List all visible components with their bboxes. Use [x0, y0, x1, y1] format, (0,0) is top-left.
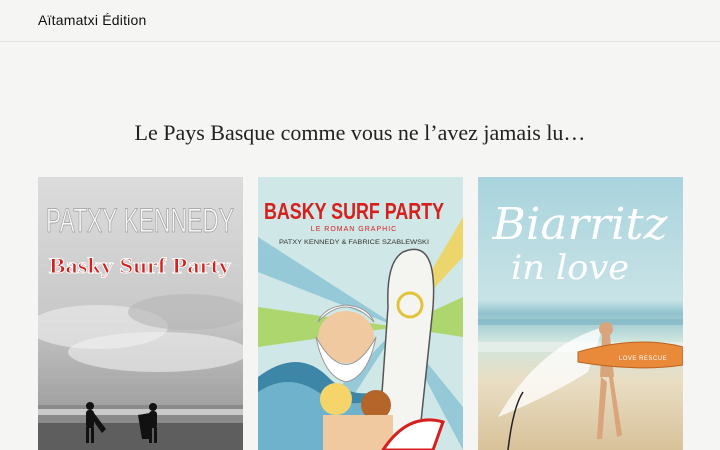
book-cover-biarritz-in-love[interactable]: LOVE RESCUE Biarritz in love — [478, 177, 683, 450]
cover3-title-line1: Biarritz — [491, 199, 668, 250]
site-header: Aïtamatxi Édition — [0, 0, 720, 42]
cover1-author-text: PATXY KENNEDY — [46, 202, 234, 240]
cover3-title-line2: in love — [511, 248, 629, 288]
book-cover-basky-surf-party-novel[interactable]: PATXY KENNEDY Basky Surf Party — [38, 177, 243, 450]
book-cover-basky-surf-party-graphic[interactable]: BASKY SURF PARTY LE ROMAN GRAPHIC PATXY … — [258, 177, 463, 450]
cover3-board-text: LOVE RESCUE — [619, 356, 667, 362]
cover2-subtitle-text: LE ROMAN GRAPHIC — [311, 226, 397, 233]
site-title-link[interactable]: Aïtamatxi Édition — [38, 12, 146, 28]
cover2-title-text: BASKY SURF PARTY — [264, 198, 444, 224]
cover2-authors-text: PATXY KENNEDY & FABRICE SZABLEWSKI — [279, 239, 429, 246]
page-tagline: Le Pays Basque comme vous ne l’avez jama… — [134, 120, 586, 145]
cover1-title-text: Basky Surf Party — [49, 253, 231, 278]
